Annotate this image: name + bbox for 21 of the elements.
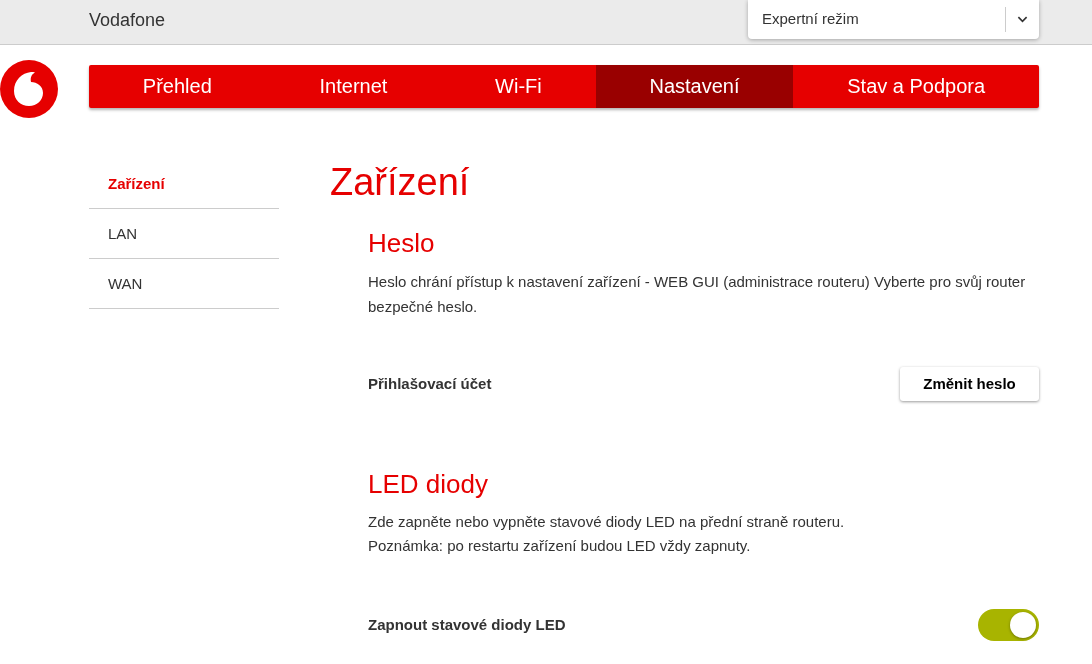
nav-tab[interactable]: Přehled bbox=[89, 65, 266, 108]
toggle-switch[interactable] bbox=[978, 609, 1039, 641]
description-text: Zde zapněte nebo vypněte stavové diody LED na přední straně routeru. bbox=[368, 512, 846, 532]
description-text: Poznámka: po restartu zařízení budou LED vždy zapnuty. bbox=[368, 536, 752, 556]
setting-label: Zapnout stavové diody LED bbox=[368, 614, 566, 635]
sidebar-item[interactable]: WAN bbox=[89, 259, 279, 309]
section-title: Heslo bbox=[368, 227, 436, 259]
change-password-button[interactable]: Změnit heslo bbox=[900, 367, 1039, 401]
sidebar-item[interactable]: Zařízení bbox=[89, 159, 279, 209]
description-text: Heslo chrání přístup k nastavení zařízení - WEB GUI (administrace routeru) Vyberte pro svůj router bezpečné heslo. bbox=[368, 272, 1027, 317]
section-title: LED diody bbox=[368, 468, 489, 500]
sidebar-item[interactable]: LAN bbox=[89, 209, 279, 259]
nav-tab[interactable]: Nastavení bbox=[595, 65, 794, 108]
brand-name: Vodafone bbox=[89, 9, 166, 32]
nav-tab[interactable]: Wi-Fi bbox=[441, 65, 596, 108]
nav-tab[interactable]: Internet bbox=[265, 65, 442, 108]
logo bbox=[0, 60, 58, 118]
mode-select[interactable]: Expertní režim bbox=[748, 0, 1039, 39]
nav-tab[interactable]: Stav a Podpora bbox=[793, 65, 1039, 108]
setting-label: Přihlašovací účet bbox=[368, 373, 492, 394]
page-title: Zařízení bbox=[330, 160, 471, 205]
